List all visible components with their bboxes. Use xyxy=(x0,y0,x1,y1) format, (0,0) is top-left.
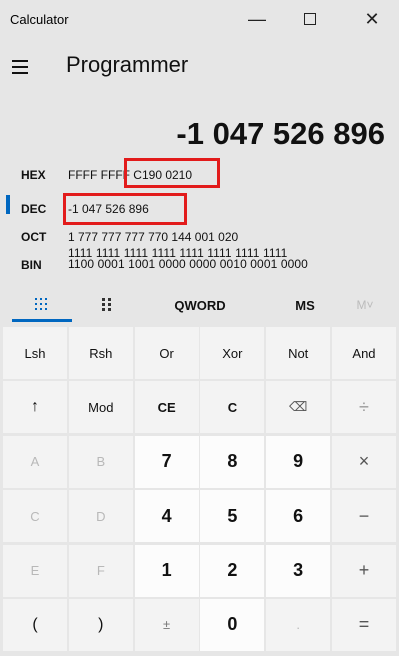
hex-label: HEX xyxy=(21,168,46,182)
app-header: Programmer xyxy=(0,40,399,96)
hex-a-key[interactable]: A xyxy=(3,435,67,488)
keypad-toolbar: QWORD MS M˅ xyxy=(0,288,399,322)
hex-highlight-box xyxy=(124,158,220,188)
digit-8-key[interactable]: 8 xyxy=(200,435,265,488)
digit-1-key[interactable]: 1 xyxy=(134,544,199,597)
xor-key[interactable]: Xor xyxy=(200,327,265,379)
radix-row-dec[interactable]: DEC -1 047 526 896 xyxy=(0,198,399,220)
mode-title: Programmer xyxy=(66,52,189,77)
word-size-button[interactable]: QWORD xyxy=(160,288,240,322)
dec-highlight-box xyxy=(63,193,187,225)
menu-icon[interactable] xyxy=(12,54,38,80)
hex-f-key[interactable]: F xyxy=(68,544,133,597)
oct-label: OCT xyxy=(21,230,47,244)
lsh-key[interactable]: Lsh xyxy=(3,327,67,379)
shift-up-key[interactable]: ↑ xyxy=(3,381,67,434)
keypad-grid-icon xyxy=(35,298,47,310)
bin-label: BIN xyxy=(21,258,42,272)
keypad: Lsh Rsh Or Xor Not And ↑ Mod CE C ⌫ ÷ A … xyxy=(3,327,396,653)
hex-d-key[interactable]: D xyxy=(68,490,133,543)
maximize-icon xyxy=(304,13,316,25)
full-keypad-tab[interactable] xyxy=(12,288,72,322)
bit-toggle-tab[interactable] xyxy=(78,288,138,322)
add-key[interactable]: + xyxy=(331,544,396,597)
dec-label: DEC xyxy=(21,202,47,216)
rsh-key[interactable]: Rsh xyxy=(68,327,133,379)
app-title: Calculator xyxy=(10,12,69,27)
memory-menu-button[interactable]: M˅ xyxy=(340,288,390,322)
backspace-key[interactable]: ⌫ xyxy=(266,381,331,434)
active-tab-underline xyxy=(12,319,72,322)
close-icon: ✕ xyxy=(364,8,380,29)
close-paren-key[interactable]: ) xyxy=(68,598,133,651)
multiply-key[interactable]: × xyxy=(331,435,396,488)
bin-value: 1111 1111 1111 1111 1111 1111 1111 1111 … xyxy=(68,247,308,271)
digit-7-key[interactable]: 7 xyxy=(134,435,199,488)
minimize-button[interactable]: — xyxy=(233,0,281,38)
maximize-button[interactable] xyxy=(286,0,334,38)
negate-key[interactable]: ± xyxy=(134,598,199,651)
decimal-key[interactable]: . xyxy=(266,598,331,651)
not-key[interactable]: Not xyxy=(266,327,331,379)
digit-5-key[interactable]: 5 xyxy=(200,490,265,543)
digit-0-key[interactable]: 0 xyxy=(200,598,265,651)
open-paren-key[interactable]: ( xyxy=(3,598,67,651)
equals-key[interactable]: = xyxy=(331,598,396,651)
divide-key[interactable]: ÷ xyxy=(331,381,396,434)
mod-key[interactable]: Mod xyxy=(68,381,133,434)
hex-c-key[interactable]: C xyxy=(3,490,67,543)
memory-store-button[interactable]: MS xyxy=(280,288,330,322)
oct-value: 1 777 777 777 770 144 001 020 xyxy=(68,230,239,244)
close-button[interactable]: ✕ xyxy=(348,0,396,38)
radix-row-oct[interactable]: OCT 1 777 777 777 770 144 001 020 xyxy=(0,226,399,248)
digit-2-key[interactable]: 2 xyxy=(200,544,265,597)
digit-4-key[interactable]: 4 xyxy=(134,490,199,543)
and-key[interactable]: And xyxy=(331,327,396,379)
clear-entry-key[interactable]: CE xyxy=(134,381,199,434)
digit-3-key[interactable]: 3 xyxy=(266,544,331,597)
result-display: -1 047 526 896 xyxy=(176,116,385,151)
or-key[interactable]: Or xyxy=(134,327,199,379)
hex-b-key[interactable]: B xyxy=(68,435,133,488)
bit-toggle-icon xyxy=(102,298,111,311)
subtract-key[interactable]: − xyxy=(331,490,396,543)
hex-e-key[interactable]: E xyxy=(3,544,67,597)
digit-6-key[interactable]: 6 xyxy=(266,490,331,543)
minimize-icon: — xyxy=(248,8,266,29)
digit-9-key[interactable]: 9 xyxy=(266,435,331,488)
title-bar: Calculator — ✕ xyxy=(0,0,399,40)
bin-value-line2: 1100 0001 1001 0000 0000 0010 0001 0000 xyxy=(68,257,308,271)
clear-key[interactable]: C xyxy=(200,381,265,434)
